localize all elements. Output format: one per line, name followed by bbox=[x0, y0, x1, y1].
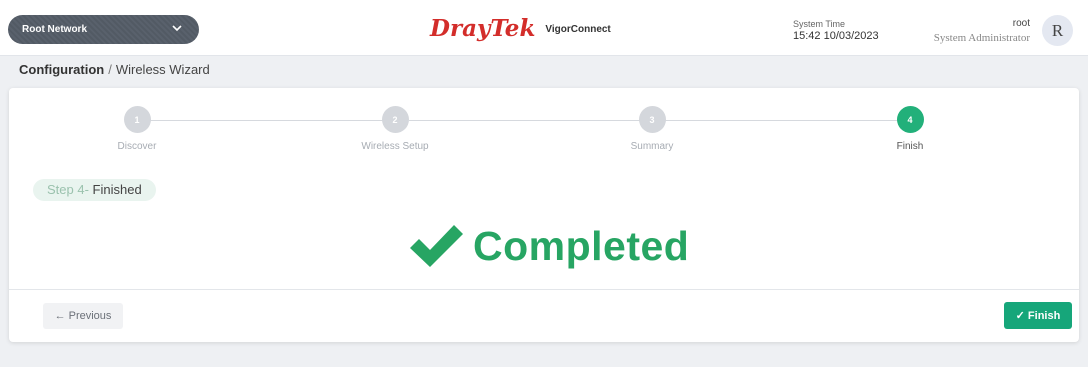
breadcrumb: Configuration / Wireless Wizard bbox=[19, 62, 210, 77]
user-info[interactable]: root System Administrator bbox=[934, 17, 1030, 45]
user-role: System Administrator bbox=[933, 32, 1030, 44]
step-status-badge: Step 4- Finished bbox=[33, 179, 156, 201]
breadcrumb-current: Wireless Wizard bbox=[115, 62, 210, 77]
wizard-step-discover: 1 Discover bbox=[67, 106, 207, 152]
wizard-card: 1 Discover 2 Wireless Setup 3 Summary 4 … bbox=[9, 88, 1079, 342]
step-label: Wireless Setup bbox=[361, 141, 429, 152]
completed-message: Completed bbox=[407, 221, 689, 271]
breadcrumb-root[interactable]: Configuration bbox=[19, 62, 104, 77]
network-select-label: Root Network bbox=[22, 24, 87, 35]
step-number: 4 bbox=[896, 106, 924, 133]
app-name: VigorConnect bbox=[545, 24, 611, 35]
avatar[interactable]: R bbox=[1042, 15, 1073, 46]
wizard-stepper: 1 Discover 2 Wireless Setup 3 Summary 4 … bbox=[9, 88, 1079, 168]
previous-button[interactable]: ← Previous bbox=[43, 303, 123, 329]
completed-text: Completed bbox=[473, 222, 690, 269]
check-icon bbox=[410, 225, 463, 267]
chevron-down-icon bbox=[172, 25, 182, 32]
user-name: root bbox=[1012, 18, 1030, 29]
breadcrumb-separator: / bbox=[108, 62, 112, 77]
wizard-step-wireless-setup: 2 Wireless Setup bbox=[325, 106, 465, 152]
system-time-value: 15:42 10/03/2023 bbox=[793, 30, 879, 42]
step-number: 2 bbox=[381, 106, 409, 133]
step-label: Finish bbox=[896, 141, 924, 152]
divider bbox=[9, 289, 1079, 290]
finish-button[interactable]: ✓ Finish bbox=[1004, 302, 1072, 329]
brand-logo: DrayTek bbox=[430, 15, 536, 42]
system-time: System Time 15:42 10/03/2023 bbox=[793, 18, 879, 42]
step-label: Discover bbox=[117, 141, 157, 152]
system-time-label: System Time bbox=[793, 19, 846, 29]
wizard-step-finish: 4 Finish bbox=[840, 106, 980, 152]
wizard-step-summary: 3 Summary bbox=[582, 106, 722, 152]
network-select[interactable]: Root Network bbox=[8, 15, 199, 44]
step-number: 1 bbox=[123, 106, 151, 133]
step-badge-text: Finished bbox=[88, 182, 142, 197]
top-bar: Root Network DrayTek VigorConnect System… bbox=[0, 0, 1088, 56]
step-badge-prefix: Step 4- bbox=[47, 182, 89, 197]
brand: DrayTek VigorConnect bbox=[430, 15, 611, 42]
step-label: Summary bbox=[630, 141, 674, 152]
step-number: 3 bbox=[638, 106, 666, 133]
